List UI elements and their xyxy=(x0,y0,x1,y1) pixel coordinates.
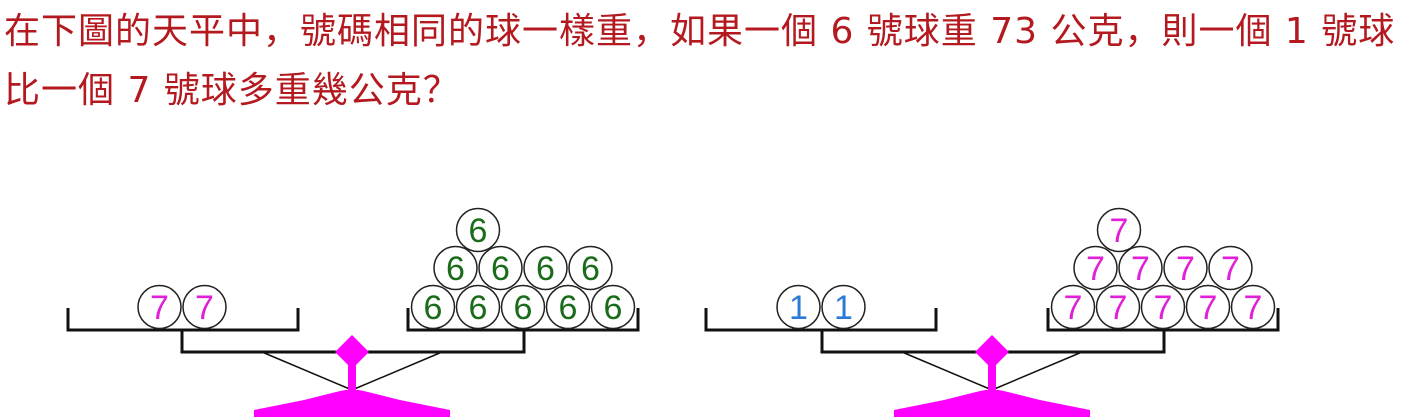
ball-number: 7 xyxy=(1086,250,1105,288)
balance-scene: 7 7 6 6 6 6 66 6 6 661 1 7 7 7 7 77 7 7 77 xyxy=(66,207,1280,417)
ball: 6 xyxy=(455,207,501,253)
ball: 6 xyxy=(433,245,478,291)
right-pan-left xyxy=(704,308,938,332)
ball: 6 xyxy=(410,284,456,330)
ball: 7 xyxy=(1095,284,1141,330)
right-string-l xyxy=(901,351,993,391)
right-string-r xyxy=(991,351,1083,391)
ball: 6 xyxy=(455,284,501,330)
ball-number: 7 xyxy=(1221,250,1240,288)
ball: 7 xyxy=(1163,245,1208,291)
ball: 6 xyxy=(523,245,568,291)
right-stand xyxy=(894,335,1090,417)
ball-number: 7 xyxy=(150,289,169,327)
ball-number: 7 xyxy=(1199,289,1218,327)
ball: 1 xyxy=(821,284,866,330)
ball: 6 xyxy=(545,284,591,330)
ball-number: 6 xyxy=(514,289,533,327)
ball: 6 xyxy=(590,284,636,330)
ball: 7 xyxy=(137,284,182,330)
ball-number: 6 xyxy=(446,250,465,288)
ball-number: 6 xyxy=(581,250,600,288)
ball-number: 6 xyxy=(604,289,623,327)
ball: 7 xyxy=(1230,284,1276,330)
ball-number: 7 xyxy=(1110,212,1129,250)
ball: 7 xyxy=(1185,284,1231,330)
ball-number: 6 xyxy=(559,289,578,327)
ball-number: 7 xyxy=(1154,289,1173,327)
ball-number: 7 xyxy=(1109,289,1128,327)
ball: 6 xyxy=(500,284,546,330)
left-string-l xyxy=(261,351,353,391)
ball-number: 6 xyxy=(469,289,488,327)
ball: 7 xyxy=(1050,284,1096,330)
ball-number: 7 xyxy=(195,289,214,327)
ball-number: 6 xyxy=(491,250,510,288)
ball-number: 7 xyxy=(1176,250,1195,288)
ball-number: 7 xyxy=(1244,289,1263,327)
left-string-r xyxy=(351,351,443,391)
ball-number: 1 xyxy=(834,289,853,327)
ball: 1 xyxy=(776,284,821,330)
ball-number: 6 xyxy=(536,250,555,288)
ball-number: 6 xyxy=(469,212,488,250)
ball: 7 xyxy=(182,284,227,330)
ball-number: 7 xyxy=(1064,289,1083,327)
ball-number: 7 xyxy=(1131,250,1150,288)
ball: 6 xyxy=(478,245,523,291)
ball: 6 xyxy=(568,245,613,291)
ball-number: 1 xyxy=(789,289,808,327)
ball: 7 xyxy=(1208,245,1253,291)
ball: 7 xyxy=(1096,207,1142,253)
ball: 7 xyxy=(1118,245,1163,291)
ball-number: 6 xyxy=(424,289,443,327)
ball: 7 xyxy=(1140,284,1186,330)
ball: 7 xyxy=(1073,245,1118,291)
left-stand xyxy=(254,335,450,417)
